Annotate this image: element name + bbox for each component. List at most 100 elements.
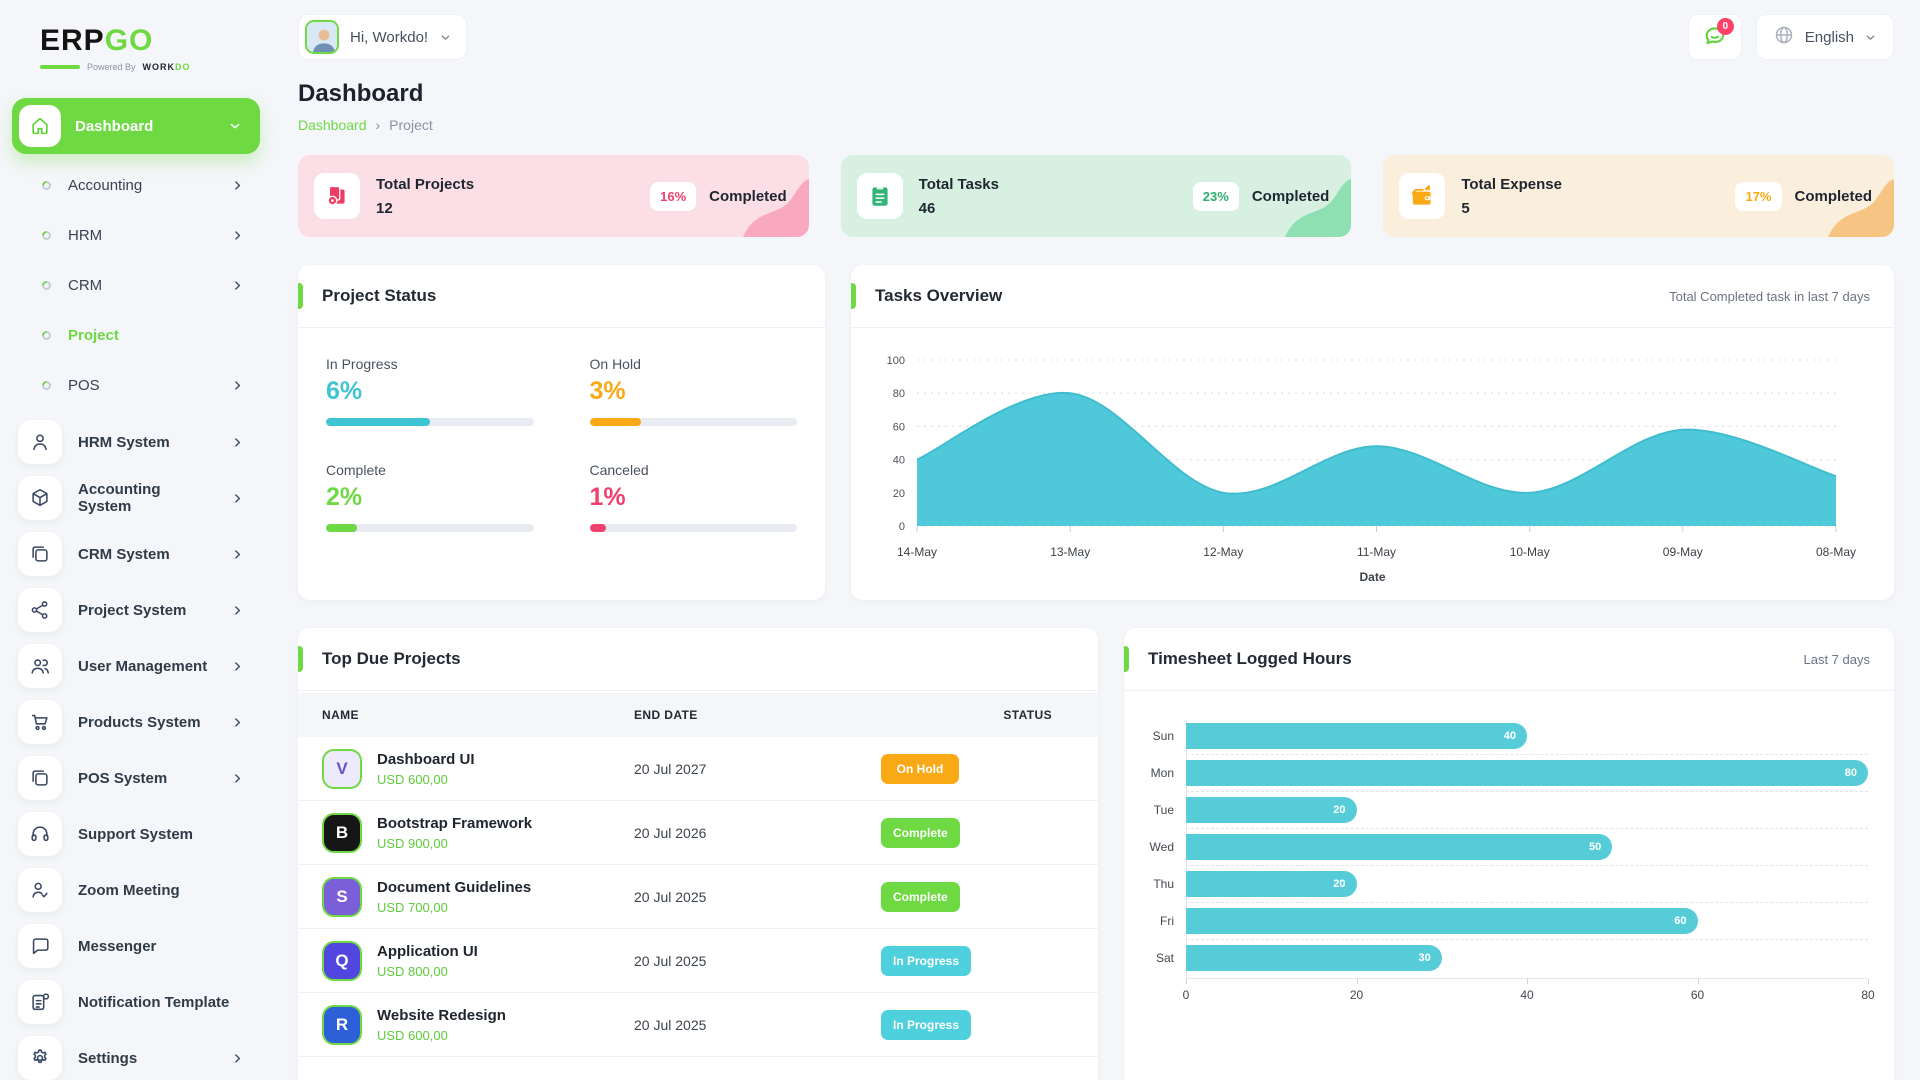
project-name[interactable]: Document Guidelines [377,879,531,896]
status-label: Canceled [590,462,798,478]
card-title: Project Status [322,286,436,306]
sidebar-item-label: Dashboard [75,118,214,135]
chevron-right-icon [231,604,244,617]
grid-line [1186,902,1868,903]
sidebar-item-notification-template[interactable]: Notification Template [0,974,272,1030]
sidebar-item-hrm[interactable]: HRM [0,210,272,260]
sidebar-item-products-system[interactable]: Products System [0,694,272,750]
status-percent: 1% [590,483,798,512]
chevron-down-icon [228,119,242,133]
project-row-website-redesign[interactable]: R Website Redesign USD 600,00 20 Jul 202… [298,993,1098,1057]
chevron-right-icon [231,716,244,729]
project-name[interactable]: Dashboard UI [377,751,475,768]
chat-icon [18,924,62,968]
chevron-right-icon [231,179,244,192]
bullet-icon [40,229,53,242]
bar-value-label: 80 [1845,767,1857,779]
breadcrumb-dashboard-link[interactable]: Dashboard [298,117,367,133]
app-logo[interactable]: ERPGO [0,18,272,60]
sidebar-item-pos-system[interactable]: POS System [0,750,272,806]
stat-cards-row: Total Projects 12 16% Completed Total Ta… [298,155,1894,237]
users-icon [18,644,62,688]
card-subtitle: Last 7 days [1804,652,1871,667]
expense-icon [1399,173,1445,219]
grid-line [1186,791,1868,792]
chevron-right-icon [231,436,244,449]
percent-badge: 23% [1193,182,1239,211]
progress-fill [590,524,607,532]
logo-erp: ERP [40,24,105,57]
sidebar-item-accounting-system[interactable]: Accounting System [0,470,272,526]
column-status: STATUS [869,708,1074,722]
sidebar-item-dashboard[interactable]: Dashboard [12,98,260,154]
sidebar-item-project[interactable]: Project [0,310,272,360]
project-end-date: 20 Jul 2025 [634,953,869,969]
sidebar-item-support-system[interactable]: Support System [0,806,272,862]
sidebar-item-pos[interactable]: POS [0,360,272,410]
table-body: V Dashboard UI USD 600,00 20 Jul 2027 On… [298,737,1098,1057]
sidebar-item-settings[interactable]: Settings [0,1030,272,1080]
sidebar-item-project-system[interactable]: Project System [0,582,272,638]
svg-text:20: 20 [893,488,905,500]
bottom-row: Top Due Projects NAME END DATE STATUS V … [298,628,1894,1080]
project-name[interactable]: Application UI [377,943,478,960]
topbar-actions: 0 English [1688,14,1894,60]
project-end-date: 20 Jul 2025 [634,1017,869,1033]
svg-text:80: 80 [893,388,905,400]
card-header: Tasks Overview Total Completed task in l… [851,265,1894,328]
project-row-application-ui[interactable]: Q Application UI USD 800,00 20 Jul 2025 … [298,929,1098,993]
svg-text:13-May: 13-May [1050,545,1090,559]
breadcrumb-separator: › [376,117,381,133]
user-greeting: Hi, Workdo! [350,29,428,46]
topbar: Hi, Workdo! 0 English [298,14,1894,60]
cube-icon [18,476,62,520]
globe-icon [1773,24,1795,50]
project-logo: B [322,813,362,853]
project-row-document-guidelines[interactable]: S Document Guidelines USD 700,00 20 Jul … [298,865,1098,929]
status-label: Complete [326,462,534,478]
notifications-button[interactable]: 0 [1688,14,1742,60]
status-label: On Hold [590,356,798,372]
sidebar-sub-items: Accounting HRM CRM Project POS [0,160,272,410]
card-title: Timesheet Logged Hours [1148,649,1352,669]
project-row-bootstrap-framework[interactable]: B Bootstrap Framework USD 900,00 20 Jul … [298,801,1098,865]
project-name[interactable]: Bootstrap Framework [377,815,532,832]
svg-text:60: 60 [893,421,905,433]
project-end-date: 20 Jul 2026 [634,825,869,841]
svg-text:09-May: 09-May [1663,545,1703,559]
completed-label: Completed [709,188,787,205]
bar: 30 [1186,945,1442,971]
timesheet-card: Timesheet Logged Hours Last 7 days Sun 4… [1124,628,1894,1080]
sidebar-item-accounting[interactable]: Accounting [0,160,272,210]
project-row-dashboard-ui[interactable]: V Dashboard UI USD 600,00 20 Jul 2027 On… [298,737,1098,801]
headset-icon [18,812,62,856]
status-badge: On Hold [881,754,959,784]
x-tick-label: 20 [1350,988,1363,1002]
sidebar-item-user-management[interactable]: User Management [0,638,272,694]
project-amount: USD 700,00 [377,900,531,915]
language-selector[interactable]: English [1756,14,1894,60]
chevron-down-icon [1864,31,1877,44]
svg-text:0: 0 [899,521,905,533]
sidebar-item-messenger[interactable]: Messenger [0,918,272,974]
sidebar-item-hrm-system[interactable]: HRM System [0,414,272,470]
powered-by-text: Powered By [87,62,136,72]
bar: 60 [1186,908,1698,934]
grid-line [1186,828,1868,829]
bar-row-sun: Sun 40 [1138,721,1868,751]
stat-title: Total Projects [376,176,634,193]
bar-value-label: 20 [1333,804,1345,816]
status-item-complete: Complete 2% [326,462,534,532]
bar-value-label: 50 [1589,841,1601,853]
sidebar-item-crm-system[interactable]: CRM System [0,526,272,582]
chevron-right-icon [231,279,244,292]
bar-category-label: Tue [1138,803,1186,817]
home-icon [19,105,61,147]
progress-fill [590,418,642,426]
user-menu-button[interactable]: Hi, Workdo! [298,14,467,60]
grid-line [1186,939,1868,940]
status-badge: Complete [881,818,960,848]
sidebar-item-crm[interactable]: CRM [0,260,272,310]
project-name[interactable]: Website Redesign [377,1007,506,1024]
sidebar-item-zoom-meeting[interactable]: Zoom Meeting [0,862,272,918]
